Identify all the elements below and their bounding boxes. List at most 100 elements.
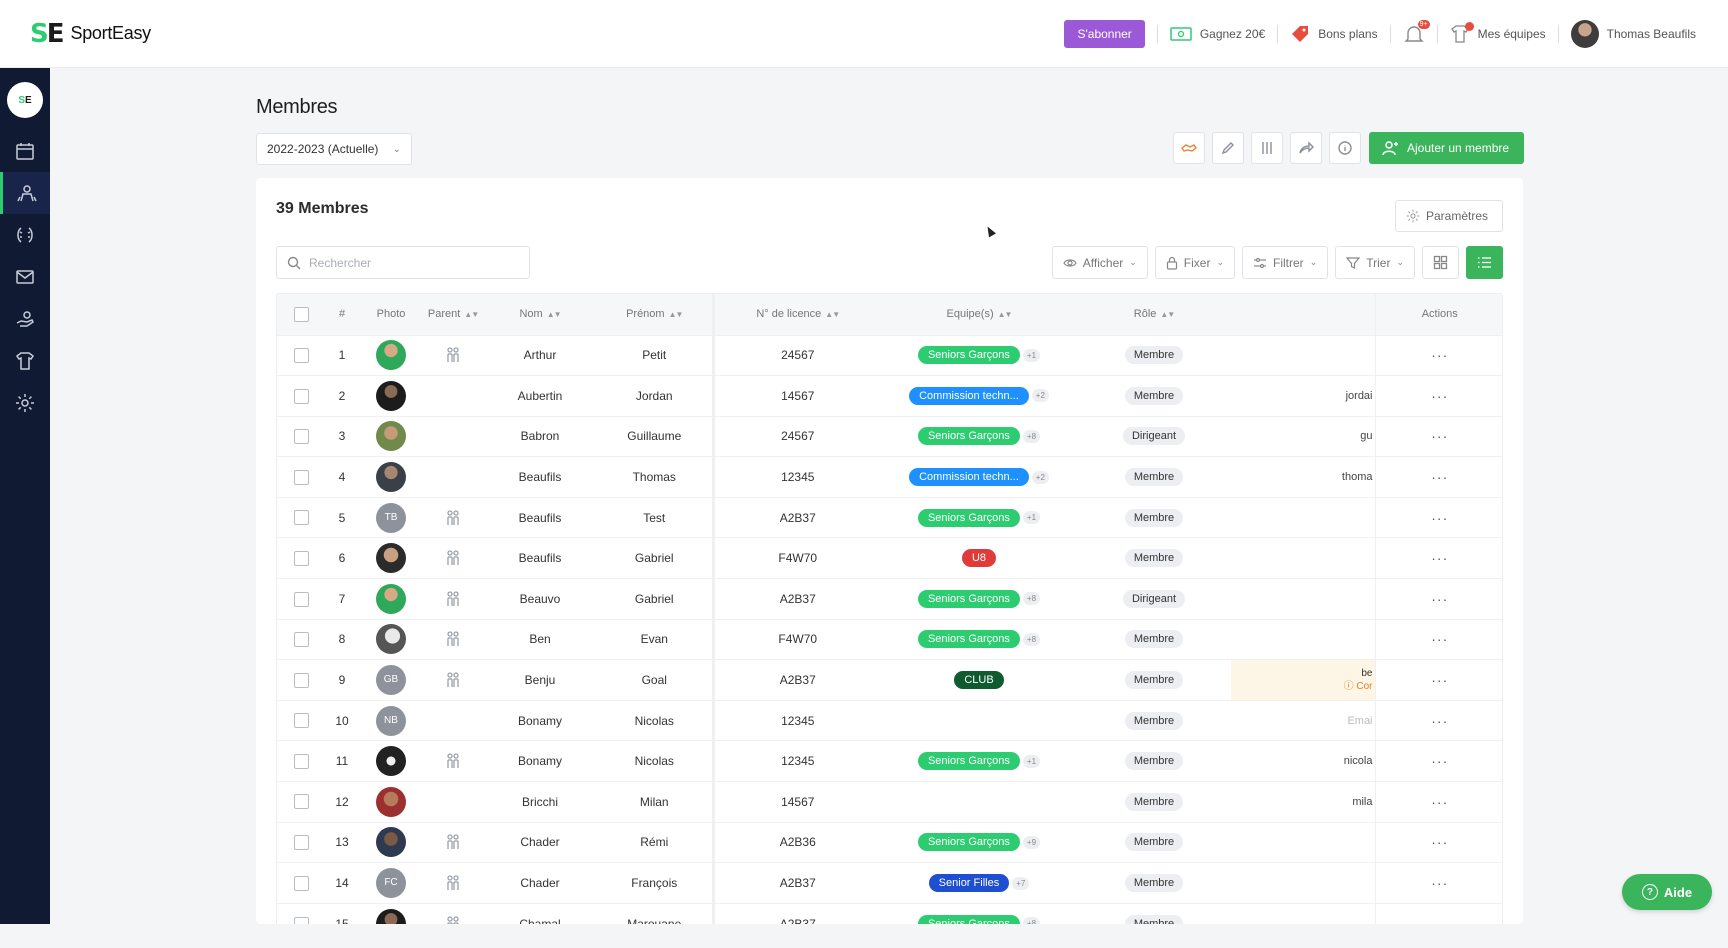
columns-button[interactable]	[1251, 132, 1283, 164]
team-badge[interactable]: Commission techn...	[909, 468, 1029, 487]
avatar[interactable]	[376, 827, 406, 858]
more-teams-badge[interactable]: +2	[1031, 389, 1049, 403]
more-teams-badge[interactable]: +1	[1022, 511, 1041, 525]
parent-icon[interactable]	[444, 672, 462, 688]
more-teams-badge[interactable]: +7	[1012, 876, 1030, 890]
team-badge[interactable]: Seniors Garçons	[917, 630, 1020, 649]
avatar[interactable]	[376, 421, 406, 452]
more-teams-badge[interactable]: +8	[1022, 917, 1041, 924]
parent-icon[interactable]	[444, 753, 462, 769]
table-row[interactable]: 7 Beauvo Gabriel A2B37 Seniors Garçons +8 Diri…	[277, 578, 1502, 620]
table-row[interactable]: 11 Bonamy Nicolas 12345 Seniors Garçons +1 Mem…	[277, 740, 1502, 782]
row-checkbox[interactable]	[293, 713, 309, 729]
col-teams[interactable]: Equipe(s) ▲▼	[881, 294, 1077, 335]
sort-dropdown[interactable]: Trier ⌄	[1335, 246, 1415, 279]
more-teams-badge[interactable]: +2	[1031, 470, 1049, 484]
more-teams-badge[interactable]: +1	[1022, 754, 1041, 768]
row-actions-menu[interactable]: ···	[1431, 510, 1448, 526]
table-row[interactable]: 2 Aubertin Jordan 14567 Commission techn... +…	[277, 375, 1502, 417]
more-teams-badge[interactable]: +8	[1022, 592, 1041, 606]
row-actions-menu[interactable]: ···	[1431, 713, 1448, 729]
table-row[interactable]: 13 Chader Rémi A2B36 Seniors Garçons +9 Membre…	[277, 821, 1502, 863]
table-row[interactable]: 10 NB Bonamy Nicolas 12345 Membre Emai ···	[277, 699, 1502, 741]
row-checkbox[interactable]	[293, 388, 309, 404]
row-actions-menu[interactable]: ···	[1431, 550, 1448, 566]
table-row[interactable]: 3 Babron Guillaume 24567 Seniors Garçons +8 Di…	[277, 415, 1502, 457]
row-actions-menu[interactable]: ···	[1431, 794, 1448, 810]
team-badge[interactable]: Seniors Garçons	[917, 346, 1020, 365]
table-row[interactable]: 1 Arthur Petit 24567 Seniors Garçons +1 Membre…	[277, 334, 1502, 376]
parent-icon[interactable]	[444, 834, 462, 850]
team-badge[interactable]: Seniors Garçons	[917, 914, 1020, 924]
avatar[interactable]	[376, 380, 406, 411]
team-badge[interactable]: Seniors Garçons	[917, 752, 1020, 771]
parent-icon[interactable]	[444, 347, 462, 363]
row-checkbox[interactable]	[293, 672, 309, 688]
row-actions-menu[interactable]: ···	[1431, 591, 1448, 607]
earn-link[interactable]: Gagnez 20€	[1170, 26, 1265, 42]
row-actions-menu[interactable]: ···	[1431, 753, 1448, 769]
row-actions-menu[interactable]: ···	[1431, 631, 1448, 647]
sporteasy-logo[interactable]: SE SportEasy	[30, 19, 151, 49]
parent-icon[interactable]	[444, 875, 462, 891]
table-row[interactable]: 9 GB Benju Goal A2B37 CLUB Membre be ⓘ Cor ···	[277, 659, 1502, 701]
sidebar-item-stats[interactable]	[0, 214, 50, 256]
team-badge[interactable]: Seniors Garçons	[917, 508, 1020, 527]
sidebar-item-equipment[interactable]	[0, 340, 50, 382]
col-lastname[interactable]: Nom ▲▼	[483, 294, 597, 335]
table-row[interactable]: 5 TB Beaufils Test A2B37 Seniors Garçons +1 Mem…	[277, 496, 1502, 538]
my-teams-link[interactable]: Mes équipes	[1450, 22, 1546, 44]
show-dropdown[interactable]: Afficher ⌄	[1051, 246, 1148, 279]
club-logo[interactable]: SE	[7, 82, 43, 118]
row-checkbox[interactable]	[293, 429, 309, 445]
row-actions-menu[interactable]: ···	[1431, 428, 1448, 444]
pin-dropdown[interactable]: Fixer ⌄	[1154, 246, 1236, 279]
row-actions-menu[interactable]: ···	[1431, 875, 1448, 891]
team-badge[interactable]: Senior Filles	[928, 874, 1010, 893]
row-checkbox[interactable]	[293, 469, 309, 485]
parent-icon[interactable]	[444, 510, 462, 525]
notifications-bell-icon[interactable]: 9+	[1403, 20, 1430, 45]
col-parent[interactable]: Parent ▲▼	[423, 294, 483, 335]
more-teams-badge[interactable]: +8	[1022, 429, 1041, 443]
table-row[interactable]: 8 Ben Evan F4W70 Seniors Garçons +8 Membre ···	[277, 618, 1502, 660]
row-checkbox[interactable]	[293, 875, 309, 891]
row-checkbox[interactable]	[293, 753, 309, 769]
avatar[interactable]: FC	[376, 868, 406, 899]
team-badge[interactable]: Seniors Garçons	[917, 427, 1020, 446]
table-row[interactable]: 4 Beaufils Thomas 12345 Commission techn... +…	[277, 456, 1502, 498]
row-checkbox[interactable]	[293, 347, 309, 363]
team-badge[interactable]: Commission techn...	[909, 386, 1029, 405]
sidebar-item-messages[interactable]	[0, 256, 50, 298]
edit-button[interactable]	[1212, 132, 1244, 164]
table-row[interactable]: 12 Bricchi Milan 14567 Membre mila ···	[277, 781, 1502, 823]
more-teams-badge[interactable]: +1	[1022, 348, 1041, 362]
parent-icon[interactable]	[444, 916, 462, 924]
team-badge[interactable]: U8	[961, 549, 997, 568]
avatar[interactable]	[376, 583, 406, 614]
table-row[interactable]: 6 Beaufils Gabriel F4W70 U8 Membre ···	[277, 537, 1502, 579]
share-button[interactable]	[1290, 132, 1322, 164]
row-checkbox[interactable]	[293, 591, 309, 607]
subscribe-button[interactable]: S'abonner	[1064, 20, 1145, 48]
team-badge[interactable]: CLUB	[954, 671, 1004, 690]
avatar[interactable]	[376, 340, 406, 371]
avatar[interactable]	[376, 543, 406, 574]
row-checkbox[interactable]	[293, 916, 309, 924]
row-checkbox[interactable]	[293, 550, 309, 566]
season-select[interactable]: 2022-2023 (Actuelle) ⌄	[256, 133, 412, 165]
avatar[interactable]: NB	[376, 705, 406, 736]
sidebar-item-settings[interactable]	[0, 382, 50, 424]
table-row[interactable]: 15 Chamal Marouane A2B37 Seniors Garçons +8 Me…	[277, 902, 1502, 924]
avatar[interactable]	[376, 624, 406, 655]
team-badge[interactable]: Seniors Garçons	[917, 589, 1020, 608]
more-teams-badge[interactable]: +9	[1022, 835, 1041, 849]
parent-icon[interactable]	[444, 550, 462, 566]
search-input[interactable]	[309, 255, 509, 270]
row-checkbox[interactable]	[293, 835, 309, 851]
avatar[interactable]	[376, 746, 406, 777]
row-checkbox[interactable]	[293, 794, 309, 810]
filter-dropdown[interactable]: Filtrer ⌄	[1242, 246, 1329, 279]
deals-link[interactable]: Bons plans	[1290, 24, 1378, 44]
sidebar-item-payments[interactable]	[0, 298, 50, 340]
